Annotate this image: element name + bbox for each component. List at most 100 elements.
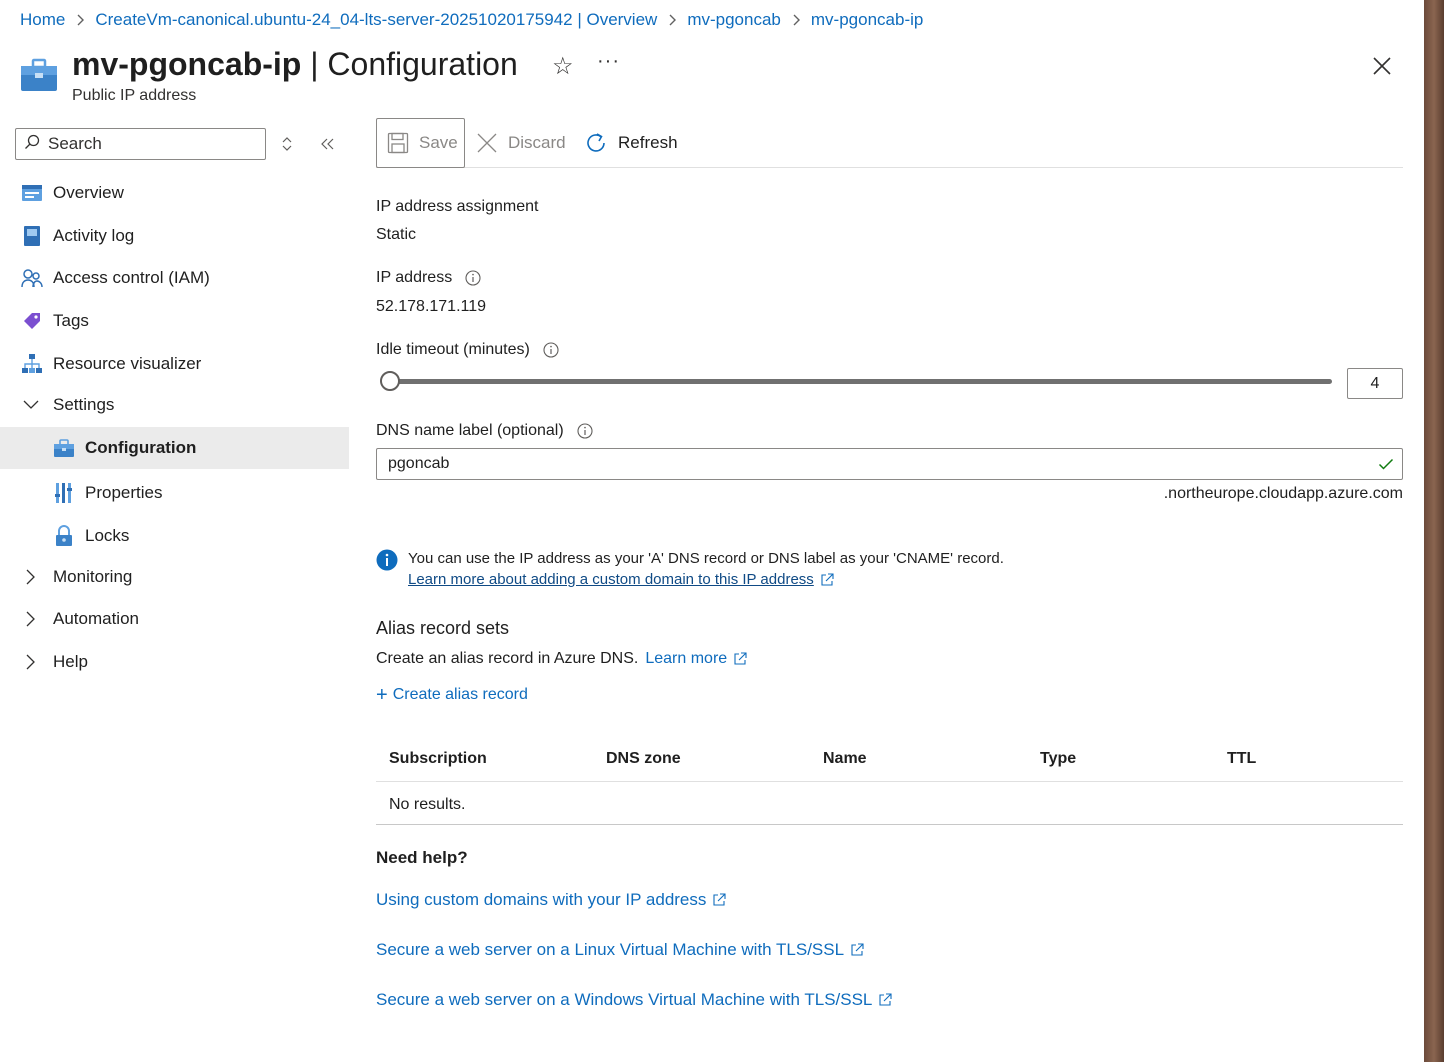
column-header-name[interactable]: Name: [823, 750, 867, 768]
close-icon[interactable]: [1370, 54, 1394, 78]
sidebar-item-label: Resource visualizer: [53, 354, 202, 373]
sidebar-item-label: Help: [53, 652, 88, 671]
sidebar-item-overview[interactable]: Overview: [0, 172, 349, 214]
dns-suffix: .northeurope.cloudapp.azure.com: [1163, 485, 1403, 502]
sidebar-item-locks[interactable]: Locks: [0, 515, 349, 557]
sidebar-item-label: Overview: [53, 183, 124, 202]
page-title: mv-pgoncab-ip | Configuration: [72, 46, 518, 82]
window-edge: [1424, 0, 1444, 1062]
sidebar-group-settings[interactable]: Settings: [0, 384, 349, 426]
learn-more-custom-domain-link[interactable]: Learn more about adding a custom domain …: [408, 571, 834, 588]
chevron-down-icon: [23, 397, 39, 413]
info-filled-icon: [376, 549, 398, 571]
favorite-star-icon[interactable]: ☆: [552, 52, 574, 81]
info-icon[interactable]: [465, 270, 481, 286]
breadcrumb-vm[interactable]: mv-pgoncab: [687, 10, 781, 30]
info-message: You can use the IP address as your 'A' D…: [376, 548, 1403, 592]
breadcrumb-deployment[interactable]: CreateVm-canonical.ubuntu-24_04-lts-serv…: [95, 10, 657, 30]
column-header-type[interactable]: Type: [1040, 750, 1076, 768]
breadcrumb: Home CreateVm-canonical.ubuntu-24_04-lts…: [20, 8, 923, 32]
iam-icon: [20, 266, 44, 290]
sidebar-item-label: Settings: [53, 395, 115, 414]
empty-results-text: No results.: [389, 796, 466, 813]
alias-learn-more-link[interactable]: Learn more: [645, 650, 747, 668]
public-ip-icon: [20, 58, 58, 92]
chevron-right-icon: [23, 569, 39, 585]
chevron-right-icon: [23, 611, 39, 627]
column-header-ttl[interactable]: TTL: [1227, 750, 1256, 768]
checkmark-icon: [1378, 456, 1394, 472]
discard-button[interactable]: Discard: [476, 118, 566, 168]
idle-timeout-label: Idle timeout (minutes): [376, 341, 559, 359]
idle-timeout-input[interactable]: 4: [1347, 368, 1403, 399]
sidebar-group-automation[interactable]: Automation: [0, 598, 349, 640]
menu-search-box[interactable]: [15, 128, 266, 160]
sidebar-item-label: Automation: [53, 609, 139, 628]
external-link-icon: [733, 652, 747, 666]
sidebar-item-access-control[interactable]: Access control (IAM): [0, 257, 349, 299]
sidebar-item-resource-visualizer[interactable]: Resource visualizer: [0, 343, 349, 385]
external-link-icon: [850, 943, 864, 957]
info-icon[interactable]: [543, 342, 559, 358]
resource-menu: Overview Activity log Access control (IA…: [0, 126, 349, 726]
alias-description: Create an alias record in Azure DNS. Lea…: [376, 650, 747, 668]
sidebar-group-help[interactable]: Help: [0, 641, 349, 683]
external-link-icon: [712, 893, 726, 907]
command-bar: Save Discard Refresh: [376, 118, 1403, 168]
ip-assignment-label: IP address assignment: [376, 198, 539, 215]
external-link-icon: [820, 572, 834, 587]
create-alias-record-button[interactable]: + Create alias record: [376, 684, 528, 706]
sidebar-item-label: Monitoring: [53, 567, 133, 586]
lock-icon: [52, 524, 76, 548]
need-help-title: Need help?: [376, 848, 468, 867]
refresh-button[interactable]: Refresh: [584, 118, 678, 168]
chevron-right-icon: [75, 13, 85, 27]
column-header-dns-zone[interactable]: DNS zone: [606, 750, 681, 768]
sidebar-item-label: Tags: [53, 311, 89, 330]
sidebar-item-properties[interactable]: Properties: [0, 472, 349, 514]
slider-thumb[interactable]: [380, 371, 400, 391]
info-text: You can use the IP address as your 'A' D…: [408, 550, 1004, 567]
activity-log-icon: [20, 224, 44, 248]
sidebar-item-configuration[interactable]: Configuration: [0, 427, 349, 469]
help-link-windows-tls[interactable]: Secure a web server on a Windows Virtual…: [376, 990, 892, 1010]
save-button[interactable]: Save: [376, 118, 465, 168]
table-row: No results.: [376, 782, 1403, 825]
sidebar-item-label: Access control (IAM): [53, 268, 210, 287]
sidebar-item-tags[interactable]: Tags: [0, 300, 349, 342]
sidebar-group-monitoring[interactable]: Monitoring: [0, 556, 349, 598]
breadcrumb-home[interactable]: Home: [20, 10, 65, 30]
breadcrumb-ip[interactable]: mv-pgoncab-ip: [811, 10, 923, 30]
help-link-linux-tls[interactable]: Secure a web server on a Linux Virtual M…: [376, 940, 864, 960]
external-link-icon: [878, 993, 892, 1007]
column-header-subscription[interactable]: Subscription: [389, 750, 487, 768]
more-actions-icon[interactable]: ···: [597, 50, 620, 73]
discard-icon: [477, 133, 497, 153]
page-subtitle: Public IP address: [72, 87, 197, 104]
search-icon: [24, 134, 40, 155]
plus-icon: +: [376, 684, 388, 706]
sidebar-item-label: Configuration: [85, 438, 197, 457]
sidebar-item-label: Activity log: [53, 226, 135, 245]
dns-label: DNS name label (optional): [376, 422, 593, 440]
search-input[interactable]: [48, 134, 248, 154]
help-link-custom-domains[interactable]: Using custom domains with your IP addres…: [376, 890, 726, 910]
ip-address-value: 52.178.171.119: [376, 298, 487, 315]
expand-collapse-all-icon[interactable]: [280, 136, 294, 152]
collapse-menu-icon[interactable]: [318, 136, 336, 152]
slider-track: [390, 379, 1332, 384]
ip-assignment-value: Static: [376, 226, 417, 243]
info-icon[interactable]: [577, 423, 593, 439]
sidebar-item-activity-log[interactable]: Activity log: [0, 215, 349, 257]
alias-section-title: Alias record sets: [376, 618, 510, 638]
ip-address-label: IP address: [376, 269, 481, 287]
chevron-right-icon: [791, 13, 801, 27]
chevron-right-icon: [23, 654, 39, 670]
idle-timeout-slider[interactable]: [380, 371, 1334, 391]
visualizer-icon: [20, 352, 44, 376]
dns-name-input[interactable]: pgoncab: [376, 448, 1403, 480]
save-icon: [387, 132, 409, 154]
page-header: mv-pgoncab-ip | Configuration Public IP …: [20, 44, 1410, 108]
overview-icon: [20, 181, 44, 205]
table-header: Subscription DNS zone Name Type TTL: [376, 738, 1403, 782]
